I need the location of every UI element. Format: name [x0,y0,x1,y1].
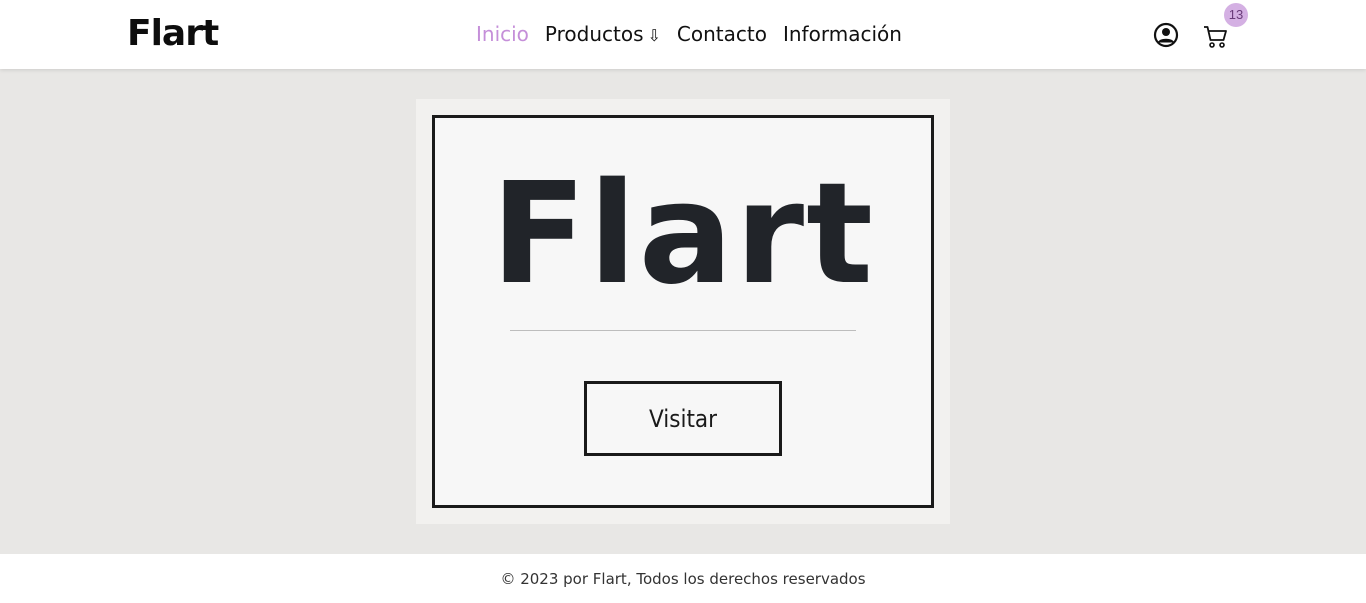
hero-title: Flart [490,153,876,316]
brand-logo[interactable]: Flart [127,12,219,56]
visit-button[interactable]: Visitar [584,381,782,456]
footer-copyright: © 2023 por Flart, Todos los derechos res… [500,570,866,588]
cart-icon[interactable] [1203,24,1229,50]
cart-count-badge: 13 [1224,3,1248,27]
nav-productos[interactable]: Productos ⇩ [545,20,661,50]
user-circle-icon[interactable] [1153,22,1179,48]
down-arrow-icon: ⇩ [647,26,661,45]
hero-divider [510,330,856,331]
nav-inicio[interactable]: Inicio [476,20,529,50]
nav-productos-label: Productos [544,22,644,46]
footer: © 2023 por Flart, Todos los derechos res… [0,554,1366,603]
nav-informacion[interactable]: Información [783,20,902,50]
navbar: Flart Inicio Productos ⇩ Contacto Informa… [0,0,1366,69]
nav-contacto[interactable]: Contacto [677,20,767,50]
main-nav: Inicio Productos ⇩ Contacto Información [476,20,902,50]
